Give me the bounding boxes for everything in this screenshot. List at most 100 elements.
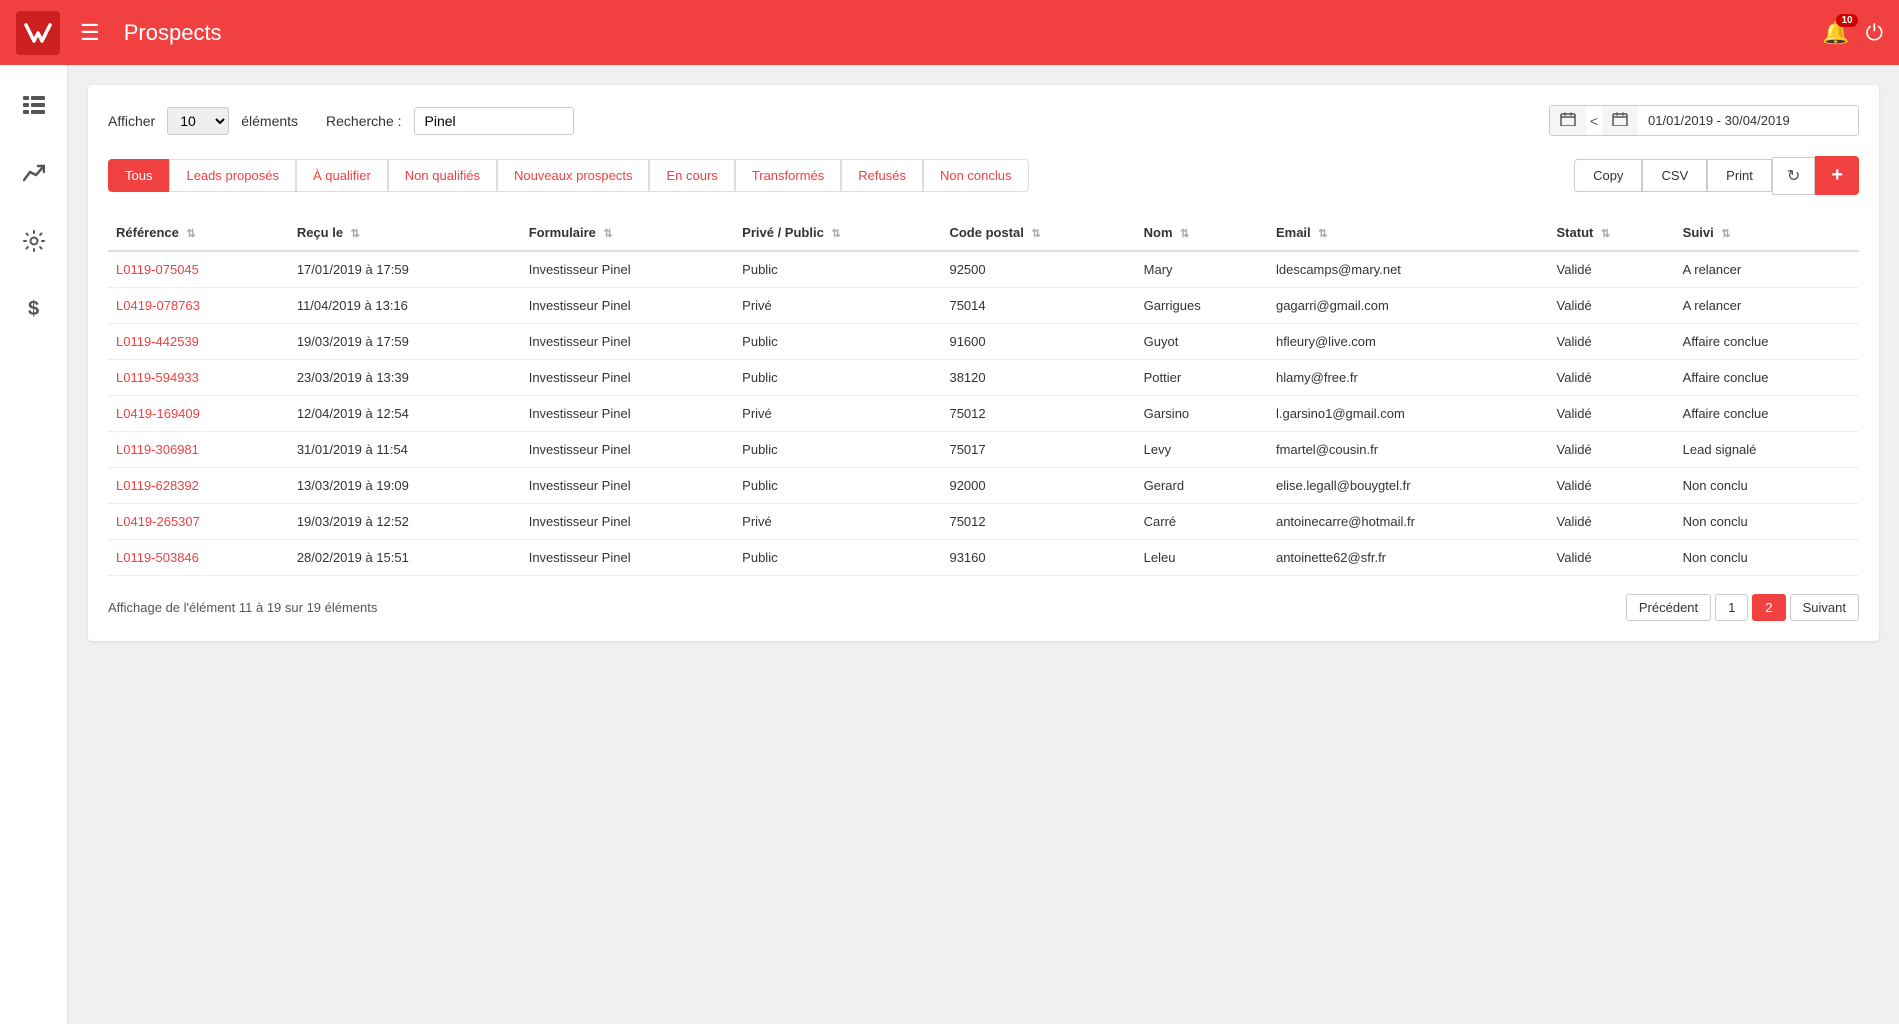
- controls-row: Afficher 10 25 50 100 éléments Recherche…: [108, 105, 1859, 136]
- col-reference[interactable]: Référence ⇅: [108, 215, 289, 251]
- notification-bell[interactable]: 🔔 10: [1822, 20, 1849, 46]
- cell-email: hlamy@free.fr: [1268, 360, 1549, 396]
- reference-link[interactable]: L0119-306981: [116, 442, 199, 457]
- filter-en-cours[interactable]: En cours: [649, 159, 734, 192]
- date-to-button[interactable]: [1602, 106, 1638, 135]
- cell-prive-public: Public: [734, 540, 941, 576]
- page-next-button[interactable]: Suivant: [1790, 594, 1859, 621]
- add-button[interactable]: +: [1815, 156, 1859, 195]
- sidebar-item-list[interactable]: [14, 85, 54, 125]
- col-code-postal[interactable]: Code postal ⇅: [941, 215, 1135, 251]
- reference-link[interactable]: L0119-442539: [116, 334, 199, 349]
- reference-link[interactable]: L0419-169409: [116, 406, 200, 421]
- cell-reference: L0119-628392: [108, 468, 289, 504]
- cell-reference: L0119-442539: [108, 324, 289, 360]
- col-statut[interactable]: Statut ⇅: [1549, 215, 1675, 251]
- cell-formulaire: Investisseur Pinel: [521, 360, 734, 396]
- table-row: L0119-594933 23/03/2019 à 13:39 Investis…: [108, 360, 1859, 396]
- filter-nouveaux-prospects[interactable]: Nouveaux prospects: [497, 159, 650, 192]
- filter-non-qualifies[interactable]: Non qualifiés: [388, 159, 497, 192]
- cell-formulaire: Investisseur Pinel: [521, 324, 734, 360]
- cell-code-postal: 92000: [941, 468, 1135, 504]
- cell-suivi: Non conclu: [1675, 504, 1859, 540]
- filter-tous[interactable]: Tous: [108, 159, 169, 192]
- date-from-button[interactable]: [1550, 106, 1586, 135]
- table-row: L0119-075045 17/01/2019 à 17:59 Investis…: [108, 251, 1859, 288]
- sidebar-item-finance[interactable]: $: [14, 289, 54, 329]
- cell-email: elise.legall@bouygtel.fr: [1268, 468, 1549, 504]
- filter-leads-proposes[interactable]: Leads proposés: [169, 159, 296, 192]
- sort-icon-email: ⇅: [1318, 228, 1327, 240]
- print-button[interactable]: Print: [1707, 159, 1772, 192]
- cell-suivi: Lead signalé: [1675, 432, 1859, 468]
- cell-code-postal: 75012: [941, 396, 1135, 432]
- cell-code-postal: 75017: [941, 432, 1135, 468]
- copy-button[interactable]: Copy: [1574, 159, 1642, 192]
- csv-button[interactable]: CSV: [1642, 159, 1707, 192]
- page-2-button[interactable]: 2: [1752, 594, 1785, 621]
- reference-link[interactable]: L0119-628392: [116, 478, 199, 493]
- cell-prive-public: Public: [734, 432, 941, 468]
- cell-code-postal: 75012: [941, 504, 1135, 540]
- pagination-info: Affichage de l'élément 11 à 19 sur 19 él…: [108, 600, 377, 615]
- cell-statut: Validé: [1549, 360, 1675, 396]
- col-suivi[interactable]: Suivi ⇅: [1675, 215, 1859, 251]
- cell-nom: Pottier: [1136, 360, 1268, 396]
- refresh-button[interactable]: ↻: [1772, 157, 1815, 195]
- cell-suivi: Affaire conclue: [1675, 360, 1859, 396]
- table-row: L0119-442539 19/03/2019 à 17:59 Investis…: [108, 324, 1859, 360]
- layout: $ Afficher 10 25 50 100 éléments Recherc…: [0, 65, 1899, 1024]
- search-input[interactable]: [414, 107, 574, 135]
- page-prev-button[interactable]: Précédent: [1626, 594, 1711, 621]
- table-row: L0119-628392 13/03/2019 à 19:09 Investis…: [108, 468, 1859, 504]
- cell-nom: Garrigues: [1136, 288, 1268, 324]
- cell-email: hfleury@live.com: [1268, 324, 1549, 360]
- sort-icon-reference: ⇅: [186, 228, 195, 240]
- cell-statut: Validé: [1549, 251, 1675, 288]
- reference-link[interactable]: L0419-078763: [116, 298, 200, 313]
- reference-link[interactable]: L0419-265307: [116, 514, 200, 529]
- cell-nom: Gerard: [1136, 468, 1268, 504]
- filter-transformes[interactable]: Transformés: [735, 159, 841, 192]
- cell-email: antoinecarre@hotmail.fr: [1268, 504, 1549, 540]
- power-button[interactable]: ⏻: [1866, 20, 1883, 46]
- col-prive-public[interactable]: Privé / Public ⇅: [734, 215, 941, 251]
- col-email[interactable]: Email ⇅: [1268, 215, 1549, 251]
- cell-recu-le: 31/01/2019 à 11:54: [289, 432, 521, 468]
- reference-link[interactable]: L0119-075045: [116, 262, 199, 277]
- afficher-select[interactable]: 10 25 50 100: [167, 107, 229, 135]
- cell-suivi: Affaire conclue: [1675, 396, 1859, 432]
- cell-code-postal: 92500: [941, 251, 1135, 288]
- cell-prive-public: Privé: [734, 396, 941, 432]
- cell-formulaire: Investisseur Pinel: [521, 288, 734, 324]
- table-row: L0419-078763 11/04/2019 à 13:16 Investis…: [108, 288, 1859, 324]
- cell-suivi: Non conclu: [1675, 468, 1859, 504]
- cell-email: ldescamps@mary.net: [1268, 251, 1549, 288]
- date-range-container: < 01/01/2019 - 30/04/2019: [1549, 105, 1859, 136]
- table-row: L0119-306981 31/01/2019 à 11:54 Investis…: [108, 432, 1859, 468]
- notification-badge: 10: [1836, 14, 1857, 27]
- sidebar: $: [0, 65, 68, 1024]
- cell-prive-public: Public: [734, 251, 941, 288]
- col-nom[interactable]: Nom ⇅: [1136, 215, 1268, 251]
- filter-non-conclus[interactable]: Non conclus: [923, 159, 1029, 192]
- filter-refuses[interactable]: Refusés: [841, 159, 923, 192]
- cell-prive-public: Public: [734, 324, 941, 360]
- sidebar-item-chart[interactable]: [14, 153, 54, 193]
- sidebar-item-settings[interactable]: [14, 221, 54, 261]
- col-recu-le[interactable]: Reçu le ⇅: [289, 215, 521, 251]
- pagination-row: Affichage de l'élément 11 à 19 sur 19 él…: [108, 594, 1859, 621]
- col-formulaire[interactable]: Formulaire ⇅: [521, 215, 734, 251]
- reference-link[interactable]: L0119-594933: [116, 370, 199, 385]
- cell-code-postal: 93160: [941, 540, 1135, 576]
- filter-a-qualifier[interactable]: À qualifier: [296, 159, 388, 192]
- reference-link[interactable]: L0119-503846: [116, 550, 199, 565]
- action-buttons: Copy CSV Print ↻ +: [1574, 156, 1859, 195]
- cell-recu-le: 19/03/2019 à 17:59: [289, 324, 521, 360]
- page-1-button[interactable]: 1: [1715, 594, 1748, 621]
- cell-reference: L0119-503846: [108, 540, 289, 576]
- cell-reference: L0419-265307: [108, 504, 289, 540]
- cell-formulaire: Investisseur Pinel: [521, 432, 734, 468]
- hamburger-icon[interactable]: ☰: [80, 20, 100, 46]
- cell-formulaire: Investisseur Pinel: [521, 251, 734, 288]
